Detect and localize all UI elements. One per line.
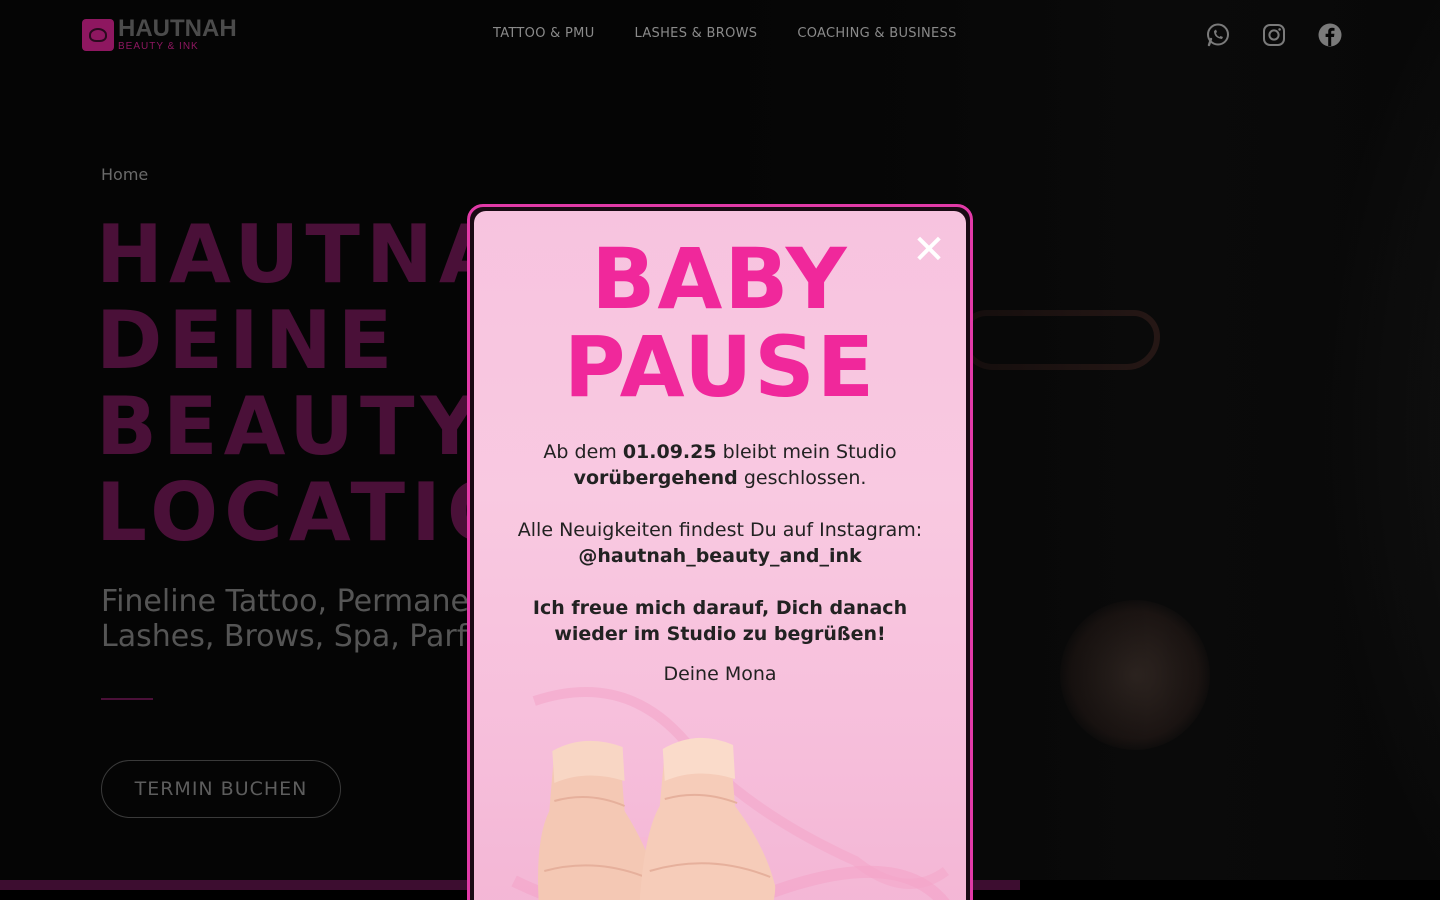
- nav-links: TATTOO & PMU LASHES & BROWS COACHING & B…: [493, 26, 957, 41]
- facebook-icon[interactable]: [1317, 22, 1343, 48]
- popup-content: ✕ BABY PAUSE Ab dem 01.09.25 bleibt mein…: [474, 211, 966, 900]
- book-appointment-button[interactable]: TERMIN BUCHEN: [101, 760, 341, 818]
- nav-link-lashes-brows[interactable]: LASHES & BROWS: [635, 26, 758, 41]
- logo-title: HAUTNAH: [118, 15, 237, 42]
- whatsapp-icon[interactable]: [1205, 22, 1231, 48]
- baby-booties-image: [511, 687, 950, 900]
- popup-headline: BABY PAUSE: [563, 230, 877, 416]
- hero-divider: [101, 698, 153, 700]
- logo-mark-icon: [82, 18, 114, 51]
- logo[interactable]: HAUTNAH BEAUTY & INK: [82, 17, 237, 52]
- instagram-notice: Alle Neuigkeiten findest Du auf Instagra…: [517, 519, 923, 567]
- instagram-icon[interactable]: [1261, 22, 1287, 48]
- instagram-handle[interactable]: @hautnah_beauty_and_ink: [578, 545, 861, 567]
- breadcrumb[interactable]: Home: [101, 165, 148, 184]
- social-links: [1205, 22, 1343, 48]
- nav-link-tattoo-pmu[interactable]: TATTOO & PMU: [493, 26, 595, 41]
- nav-link-coaching-business[interactable]: COACHING & BUSINESS: [797, 26, 956, 41]
- greeting-message: Ich freue mich darauf, Dich danach wiede…: [532, 597, 908, 645]
- top-navigation: HAUTNAH BEAUTY & INK TATTOO & PMU LASHES…: [0, 0, 1440, 70]
- logo-subtitle: BEAUTY & INK: [118, 41, 199, 52]
- closure-notice: Ab dem 01.09.25 bleibt mein Studio vorüb…: [543, 441, 897, 489]
- announcement-popup: ✕ BABY PAUSE Ab dem 01.09.25 bleibt mein…: [467, 204, 973, 900]
